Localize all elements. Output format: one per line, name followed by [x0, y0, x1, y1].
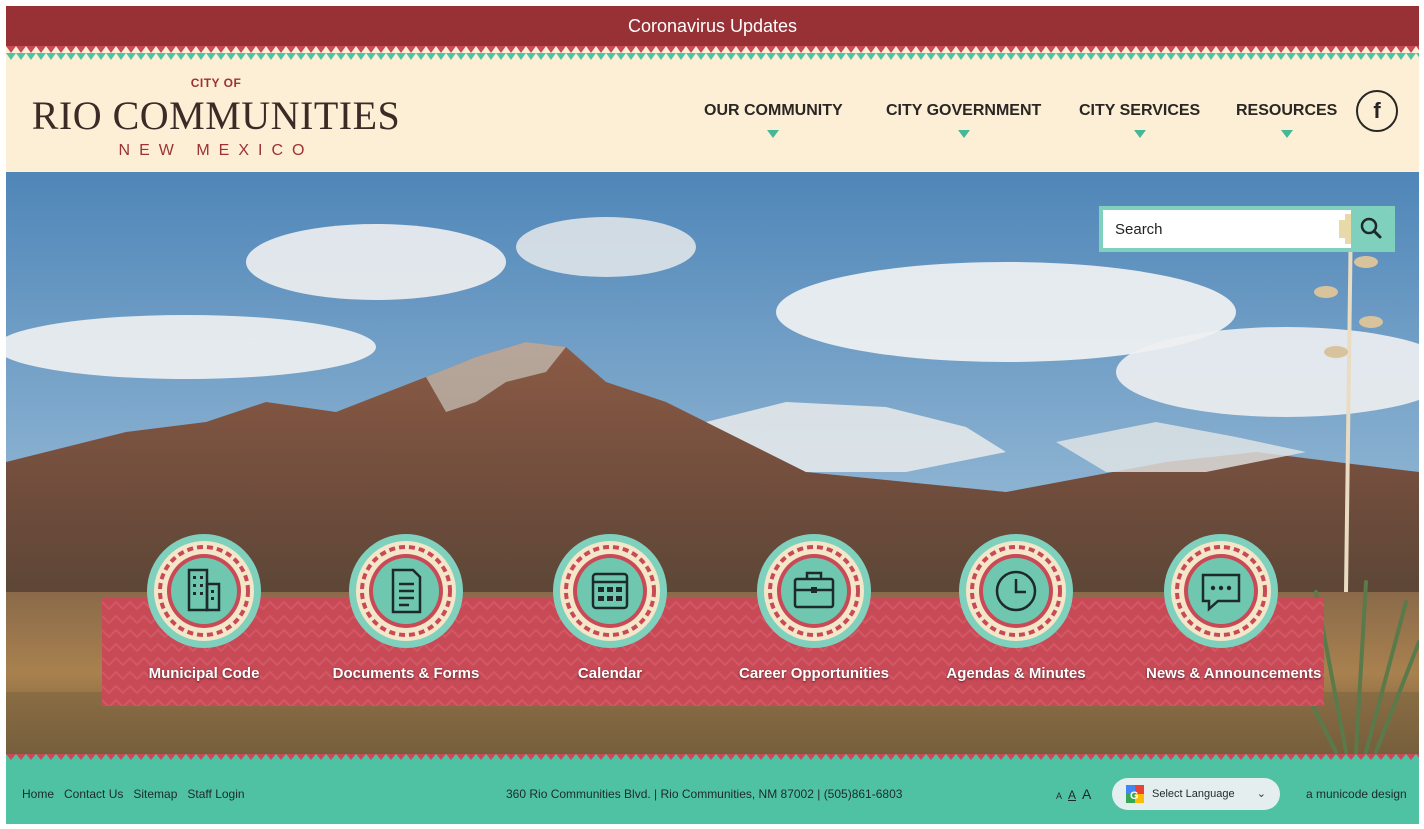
font-size-medium-button[interactable]: A	[1068, 788, 1076, 802]
quick-link-agendas-minutes[interactable]: Agendas & Minutes	[941, 532, 1091, 682]
quick-link-label: Municipal Code	[148, 665, 260, 682]
quick-link-label: Agendas & Minutes	[946, 665, 1086, 682]
quick-link-label: Career Opportunities	[739, 665, 890, 682]
municode-credit[interactable]: a municode design	[1306, 764, 1407, 824]
coronavirus-updates-link[interactable]: Coronavirus Updates	[628, 16, 797, 37]
quick-link-calendar[interactable]: Calendar	[535, 532, 685, 682]
dropdown-arrow-icon	[957, 130, 970, 138]
nav-label: RESOURCES	[1236, 102, 1338, 119]
facebook-icon[interactable]: f	[1356, 90, 1398, 132]
nav-label: OUR COMMUNITY	[704, 102, 843, 119]
footer-link-sitemap[interactable]: Sitemap	[133, 787, 177, 801]
coronavirus-updates-banner[interactable]: Coronavirus Updates	[6, 6, 1419, 46]
quick-link-documents-forms[interactable]: Documents & Forms	[331, 532, 481, 682]
quick-links-band	[102, 598, 1324, 706]
site-logo[interactable]: CITY OF RIO COMMUNITIES NEW MEXICO	[26, 76, 406, 166]
google-translate-icon: G	[1126, 785, 1144, 803]
decorative-zigzag-top	[6, 46, 1419, 60]
footer-links: Home Contact Us Sitemap Staff Login	[22, 764, 245, 824]
quick-link-label: Calendar	[577, 665, 643, 682]
calendar-icon	[553, 534, 667, 648]
search-icon[interactable]	[1339, 210, 1391, 248]
quick-link-municipal-code[interactable]: Municipal Code	[129, 532, 279, 682]
building-icon	[147, 534, 261, 648]
page-frame: Coronavirus Updates CITY OF RIO COMMUNIT…	[6, 6, 1419, 824]
search-input[interactable]	[1103, 210, 1333, 248]
footer-link-home[interactable]: Home	[22, 787, 54, 801]
dropdown-arrow-icon	[1133, 130, 1146, 138]
language-select[interactable]: G Select Language ⌄	[1112, 778, 1280, 810]
nav-city-services[interactable]: CITY SERVICES	[1079, 102, 1200, 138]
search-field-wrapper	[1103, 210, 1391, 248]
footer-link-staff-login[interactable]: Staff Login	[187, 787, 244, 801]
svg-text:G: G	[1130, 790, 1139, 802]
font-size-controls: A A A	[1056, 764, 1091, 824]
font-size-large-button[interactable]: A	[1082, 786, 1091, 802]
nav-our-community[interactable]: OUR COMMUNITY	[704, 102, 843, 138]
search-box	[1099, 206, 1395, 252]
site-header: CITY OF RIO COMMUNITIES NEW MEXICO OUR C…	[6, 60, 1419, 172]
quick-link-news-announcements[interactable]: News & Announcements	[1146, 532, 1322, 682]
briefcase-icon	[757, 534, 871, 648]
nav-label: CITY GOVERNMENT	[886, 102, 1042, 119]
clock-icon	[959, 534, 1073, 648]
font-size-small-button[interactable]: A	[1056, 791, 1062, 801]
dropdown-arrow-icon	[1280, 130, 1293, 138]
quick-link-label: News & Announcements	[1146, 665, 1322, 682]
nav-label: CITY SERVICES	[1079, 102, 1201, 119]
nav-resources[interactable]: RESOURCES	[1236, 102, 1337, 138]
dropdown-arrow-icon	[767, 130, 780, 138]
facebook-glyph: f	[1373, 98, 1381, 123]
quick-link-career-opportunities[interactable]: Career Opportunities	[739, 532, 889, 682]
hero-banner: Municipal Code Documents & Forms	[6, 172, 1419, 754]
logo-state: NEW MEXICO	[118, 142, 314, 159]
chat-bubble-icon	[1164, 534, 1278, 648]
document-icon	[349, 534, 463, 648]
logo-city-of: CITY OF	[190, 76, 242, 90]
footer-link-contact-us[interactable]: Contact Us	[64, 787, 123, 801]
logo-city-name: RIO COMMUNITIES	[31, 93, 401, 138]
nav-city-government[interactable]: CITY GOVERNMENT	[886, 102, 1041, 138]
site-footer: Home Contact Us Sitemap Staff Login 360 …	[6, 764, 1419, 824]
language-select-label: Select Language	[1152, 788, 1235, 800]
chevron-down-icon: ⌄	[1256, 788, 1266, 800]
footer-address: 360 Rio Communities Blvd. | Rio Communit…	[506, 787, 903, 801]
quick-link-label: Documents & Forms	[332, 665, 480, 682]
